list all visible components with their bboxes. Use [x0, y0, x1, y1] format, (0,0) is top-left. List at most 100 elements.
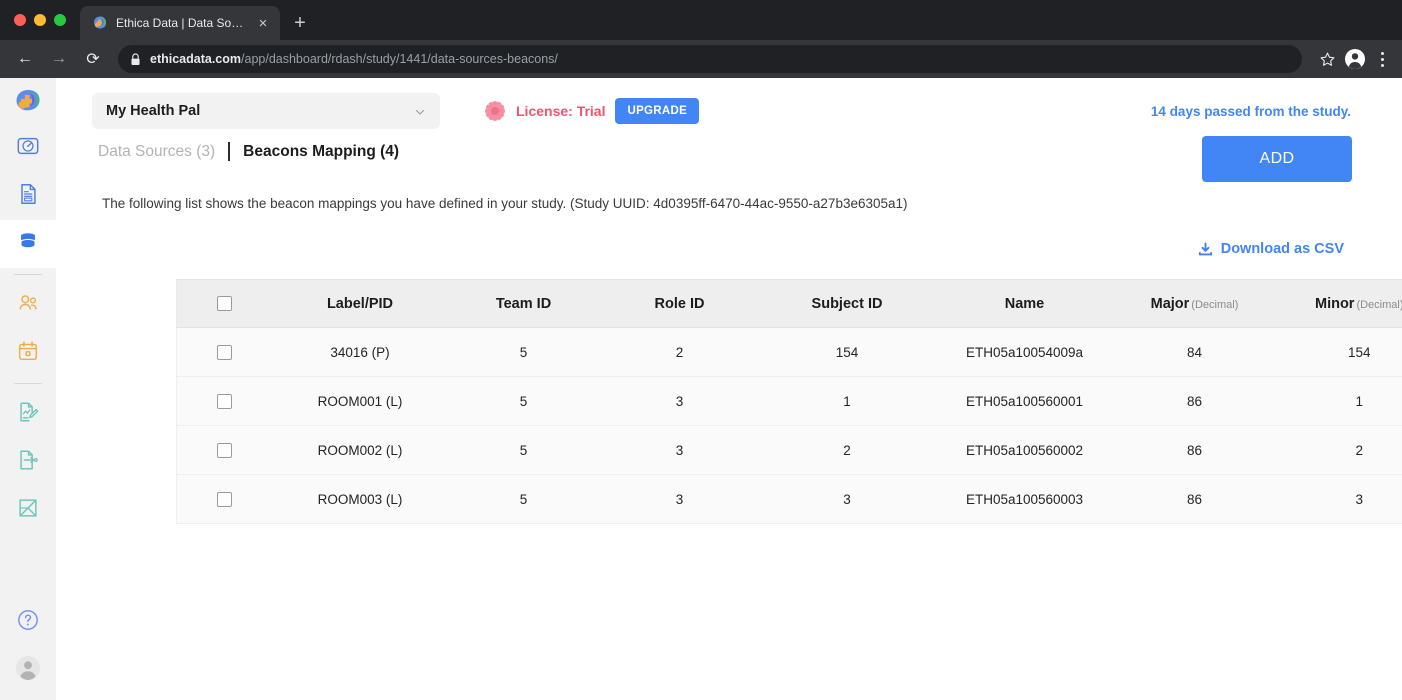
download-csv-label: Download as CSV	[1221, 241, 1344, 257]
table-row[interactable]: ROOM002 (L) 5 3 2 ETH05a100560002 86 2	[177, 426, 1402, 475]
license-status: License: Trial UPGRADE	[484, 98, 699, 124]
row-checkbox-cell	[177, 377, 273, 426]
license-label: License: Trial	[516, 103, 605, 119]
tab-strip: Ethica Data | Data Sources × +	[0, 0, 1402, 40]
gauge-icon	[16, 134, 40, 163]
column-label: Subject ID	[812, 296, 883, 312]
lock-icon	[130, 53, 141, 66]
cell-minor: 2	[1275, 426, 1402, 475]
table-row[interactable]: ROOM003 (L) 5 3 3 ETH05a100560003 86 3	[177, 475, 1402, 524]
cell-major: 84	[1115, 328, 1275, 377]
address-bar[interactable]: ethicadata.com/app/dashboard/rdash/study…	[118, 45, 1302, 73]
sidebar-item-participants[interactable]	[0, 281, 56, 329]
table-row[interactable]: 34016 (P) 5 2 154 ETH05a10054009a 84 154	[177, 328, 1402, 377]
browser-window: Ethica Data | Data Sources × + ← → ⟳ eth…	[0, 0, 1402, 700]
sidebar-item-data-sources[interactable]	[0, 220, 56, 268]
beacons-table-container: Label/PID Team ID Role ID Subject ID Nam…	[176, 279, 1402, 524]
profile-avatar-icon[interactable]	[1344, 48, 1366, 70]
study-selector-value: My Health Pal	[106, 103, 414, 119]
maximize-window-button[interactable]	[54, 14, 66, 26]
back-button[interactable]: ←	[10, 44, 40, 74]
star-icon[interactable]	[1316, 48, 1338, 70]
cell-team-id: 5	[448, 377, 600, 426]
cell-minor: 154	[1275, 328, 1402, 377]
minimize-window-button[interactable]	[34, 14, 46, 26]
cell-name: ETH05a10054009a	[935, 328, 1115, 377]
select-all-checkbox[interactable]	[217, 296, 232, 311]
column-header-team-id[interactable]: Team ID	[448, 280, 600, 328]
cell-team-id: 5	[448, 328, 600, 377]
sidebar-divider-2	[14, 383, 42, 384]
rosette-icon	[484, 100, 506, 122]
column-header-major[interactable]: Major(Decimal)	[1115, 280, 1275, 328]
cell-subject-id: 3	[760, 475, 935, 524]
row-checkbox[interactable]	[217, 394, 232, 409]
document-icon	[16, 182, 40, 211]
add-button[interactable]: ADD	[1202, 136, 1352, 182]
tab-close-icon[interactable]: ×	[254, 14, 272, 32]
cell-team-id: 5	[448, 426, 600, 475]
column-header-name[interactable]: Name	[935, 280, 1115, 328]
new-tab-button[interactable]: +	[286, 6, 314, 40]
table-row[interactable]: ROOM001 (L) 5 3 1 ETH05a100560001 86 1	[177, 377, 1402, 426]
document-export-icon	[16, 448, 40, 477]
ethica-brain-logo[interactable]	[0, 78, 56, 124]
download-csv-button[interactable]: Download as CSV	[1198, 241, 1344, 257]
chart-icon	[16, 496, 40, 525]
reload-button[interactable]: ⟳	[78, 44, 108, 74]
study-selector[interactable]: My Health Pal	[92, 93, 440, 129]
sidebar-item-exports[interactable]	[0, 438, 56, 486]
breadcrumb-separator	[228, 142, 230, 161]
cell-label-pid: ROOM001 (L)	[273, 377, 448, 426]
sidebar-item-help[interactable]	[0, 598, 56, 646]
column-header-subject-id[interactable]: Subject ID	[760, 280, 935, 328]
column-header-minor[interactable]: Minor(Decimal)	[1275, 280, 1402, 328]
table-head: Label/PID Team ID Role ID Subject ID Nam…	[177, 280, 1402, 328]
sidebar-item-documents[interactable]	[0, 172, 56, 220]
help-circle-icon	[17, 609, 39, 636]
calendar-icon	[16, 339, 40, 368]
sidebar-divider	[14, 274, 42, 275]
database-icon	[16, 230, 40, 259]
url-domain: ethicadata.com	[150, 52, 241, 66]
breadcrumb-row: Data Sources (3) Beacons Mapping (4) ADD	[92, 142, 1352, 182]
cell-label-pid: ROOM003 (L)	[273, 475, 448, 524]
cell-role-id: 3	[600, 377, 760, 426]
cell-major: 86	[1115, 377, 1275, 426]
beacons-table: Label/PID Team ID Role ID Subject ID Nam…	[176, 279, 1402, 524]
row-checkbox[interactable]	[217, 345, 232, 360]
close-window-button[interactable]	[14, 14, 26, 26]
sidebar-item-schedule[interactable]	[0, 329, 56, 377]
breadcrumb: Data Sources (3) Beacons Mapping (4)	[92, 142, 399, 161]
cell-major: 86	[1115, 426, 1275, 475]
cell-role-id: 3	[600, 475, 760, 524]
sidebar-footer	[0, 598, 56, 700]
kebab-menu-icon[interactable]	[1372, 48, 1392, 70]
people-icon	[16, 291, 40, 320]
upgrade-button[interactable]: UPGRADE	[615, 98, 699, 124]
sidebar-item-surveys[interactable]	[0, 390, 56, 438]
cell-subject-id: 1	[760, 377, 935, 426]
sidebar-item-analytics[interactable]	[0, 486, 56, 534]
cell-label-pid: 34016 (P)	[273, 328, 448, 377]
toolbar-icons	[1312, 48, 1392, 70]
browser-tab[interactable]: Ethica Data | Data Sources ×	[80, 6, 280, 40]
cell-minor: 1	[1275, 377, 1402, 426]
cell-label-pid: ROOM002 (L)	[273, 426, 448, 475]
breadcrumb-parent[interactable]: Data Sources (3)	[98, 143, 215, 161]
sidebar-item-dashboard[interactable]	[0, 124, 56, 172]
row-checkbox[interactable]	[217, 443, 232, 458]
sidebar-item-account[interactable]	[0, 646, 56, 694]
table-header-row: Label/PID Team ID Role ID Subject ID Nam…	[177, 280, 1402, 328]
cell-name: ETH05a100560001	[935, 377, 1115, 426]
column-header-role-id[interactable]: Role ID	[600, 280, 760, 328]
row-checkbox-cell	[177, 328, 273, 377]
ethica-brain-favicon	[92, 15, 108, 31]
page-description: The following list shows the beacon mapp…	[92, 196, 1352, 211]
table-body: 34016 (P) 5 2 154 ETH05a10054009a 84 154…	[177, 328, 1402, 524]
row-checkbox[interactable]	[217, 492, 232, 507]
column-label: Team ID	[496, 296, 551, 312]
forward-button[interactable]: →	[44, 44, 74, 74]
main-content: My Health Pal	[56, 78, 1402, 700]
column-header-label-pid[interactable]: Label/PID	[273, 280, 448, 328]
